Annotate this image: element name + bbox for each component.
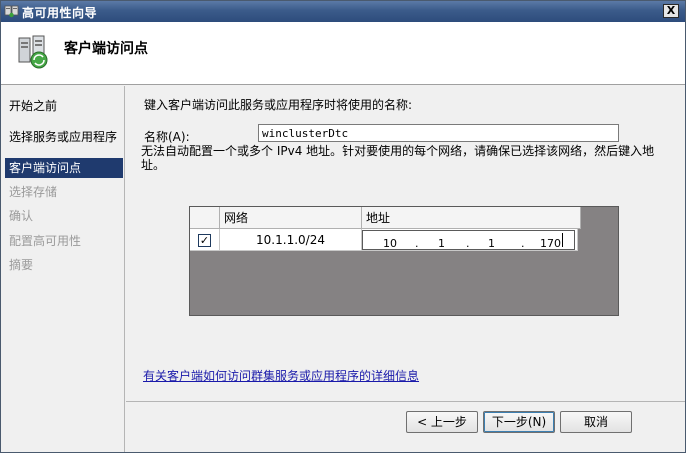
text-caret — [562, 233, 563, 247]
page-heading: 客户端访问点 — [64, 41, 148, 57]
wizard-window: 高可用性向导 X 客户端访问点 开始之前 选择服务或应用程序 客户端访问点 选择… — [0, 0, 686, 453]
ip-octet-4[interactable]: 170 — [540, 233, 561, 255]
cluster-app-icon — [4, 5, 19, 18]
ip-octet-2[interactable]: 1 — [438, 233, 445, 255]
name-input[interactable] — [258, 124, 619, 142]
nav-item-select-service[interactable]: 选择服务或应用程序 — [5, 127, 123, 147]
nav-item-before-you-begin[interactable]: 开始之前 — [5, 96, 123, 116]
network-checkbox[interactable]: ✓ — [198, 234, 211, 247]
back-button[interactable]: < 上一步 — [406, 411, 478, 433]
name-label: 名称(A): — [144, 130, 190, 144]
window-title: 高可用性向导 — [22, 6, 98, 20]
nav-item-client-access-point[interactable]: 客户端访问点 — [5, 158, 123, 178]
ip-octet-1[interactable]: 10 — [383, 233, 397, 255]
grid-check-cell: ✓ — [190, 229, 220, 251]
nav-item-confirmation: 确认 — [9, 209, 34, 223]
ip-dot: . — [521, 237, 525, 250]
ip-notice-text: 无法自动配置一个或多个 IPv4 地址。针对要使用的每个网络，请确保已选择该网络… — [141, 144, 655, 172]
nav-item-summary: 摘要 — [9, 258, 34, 272]
ip-octet-3[interactable]: 1 — [488, 233, 495, 255]
cluster-wizard-icon — [18, 35, 48, 69]
help-link[interactable]: 有关客户端如何访问群集服务或应用程序的详细信息 — [143, 367, 419, 384]
grid-header-network[interactable]: 网络 — [220, 207, 362, 229]
grid-header: 网络 地址 — [190, 207, 620, 229]
ip-dot: . — [415, 237, 419, 250]
network-cell: 10.1.1.0/24 — [220, 229, 362, 251]
table-row: ✓ 10.1.1.0/24 10 . 1 . 1 . 170 — [190, 229, 620, 251]
wizard-steps-nav: 开始之前 选择服务或应用程序 客户端访问点 选择存储 确认 配置高可用性 摘要 — [1, 86, 125, 452]
close-button[interactable]: X — [663, 4, 679, 18]
content-pane: 键入客户端访问此服务或应用程序时将使用的名称: 名称(A): 无法自动配置一个或… — [126, 86, 685, 401]
nav-item-select-storage: 选择存储 — [9, 185, 58, 199]
network-address-grid: 网络 地址 ✓ 10.1.1.0/24 10 . 1 . 1 . 170 — [189, 206, 619, 316]
title-bar[interactable]: 高可用性向导 X — [1, 1, 685, 22]
cancel-button[interactable]: 取消 — [560, 411, 632, 433]
ipv4-address-input[interactable]: 10 . 1 . 1 . 170 — [362, 230, 575, 250]
address-cell: 10 . 1 . 1 . 170 — [362, 229, 578, 251]
grid-header-check — [190, 207, 220, 229]
button-bar: < 上一步 下一步(N) 取消 — [126, 401, 685, 452]
instruction-text: 键入客户端访问此服务或应用程序时将使用的名称: — [144, 98, 413, 112]
grid-header-address[interactable]: 地址 — [362, 207, 581, 229]
wizard-header: 客户端访问点 — [1, 22, 685, 85]
nav-item-configure-ha: 配置高可用性 — [9, 234, 82, 248]
ip-dot: . — [466, 237, 470, 250]
next-button[interactable]: 下一步(N) — [483, 411, 555, 433]
